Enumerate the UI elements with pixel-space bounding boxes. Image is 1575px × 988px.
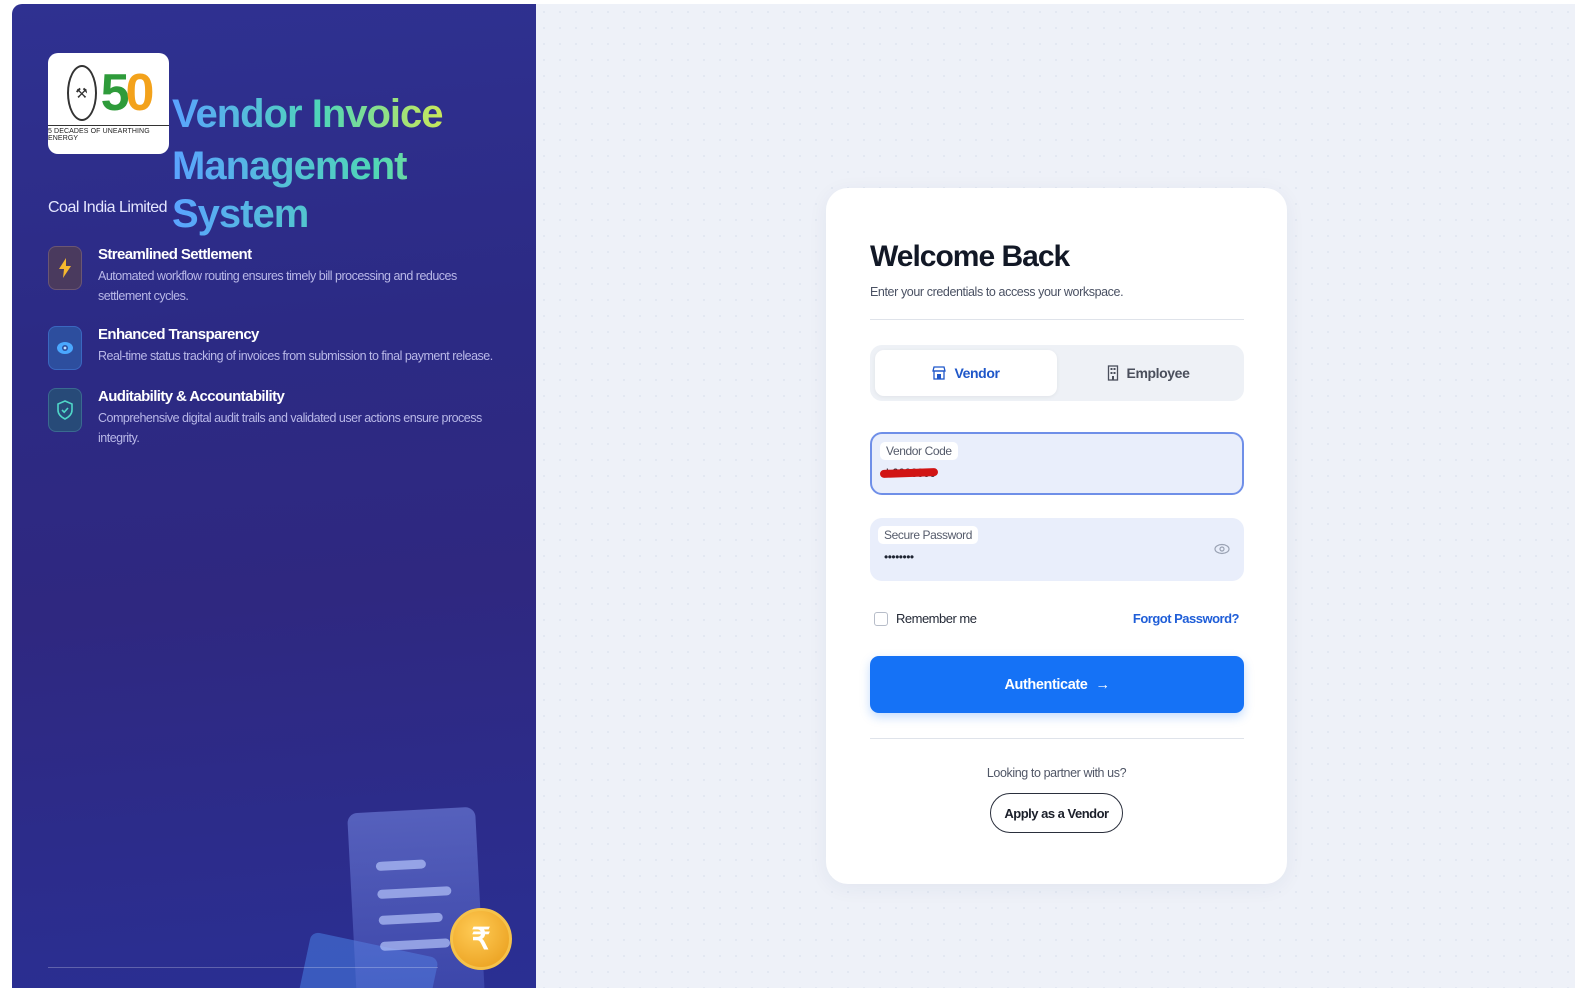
password-label: Secure Password <box>878 526 979 544</box>
tab-employee[interactable]: Employee <box>1057 350 1239 396</box>
forgot-password-link[interactable]: Forgot Password? <box>1133 611 1240 626</box>
tab-vendor[interactable]: Vendor <box>875 350 1057 396</box>
feature-auditability: Auditability & Accountability Comprehens… <box>48 388 508 448</box>
vendor-code-label: Vendor Code <box>880 442 958 460</box>
apply-vendor-button[interactable]: Apply as a Vendor <box>990 793 1123 833</box>
partner-prompt: Looking to partner with us? <box>986 766 1127 780</box>
building-icon <box>1107 365 1118 381</box>
feature-description: Real-time status tracking of invoices fr… <box>98 349 493 363</box>
role-toggle: Vendor Employee <box>870 345 1244 401</box>
cil-seal-icon: ⚒ <box>66 65 97 121</box>
feature-title: Streamlined Settlement <box>98 246 252 263</box>
cil-50-years-logo: ⚒ 50 5 DECADES OF UNEARTHING ENERGY <box>48 53 169 154</box>
rupee-coin-icon: ₹ <box>450 908 512 970</box>
tab-label: Employee <box>1126 365 1190 381</box>
logo-caption: 5 DECADES OF UNEARTHING ENERGY <box>48 125 169 142</box>
arrow-right-icon: → <box>1095 676 1110 693</box>
panel-divider <box>48 967 438 968</box>
authenticate-label: Authenticate <box>1004 676 1088 693</box>
fifty-years-mark: 50 <box>100 64 155 122</box>
app-title-line-2: Management System <box>172 142 536 238</box>
remember-label: Remember me <box>896 611 977 626</box>
remember-me[interactable]: Remember me <box>874 611 977 626</box>
login-card: Welcome Back Enter your credentials to a… <box>826 188 1287 884</box>
show-password-icon[interactable] <box>1214 542 1230 561</box>
feature-title: Enhanced Transparency <box>98 326 259 343</box>
password-input[interactable] <box>884 550 1184 564</box>
vendor-code-field[interactable]: Vendor Code <box>870 432 1244 495</box>
shield-check-icon <box>48 388 82 432</box>
divider <box>870 738 1244 739</box>
eye-icon <box>48 326 82 370</box>
tab-label: Vendor <box>954 365 1000 381</box>
feature-description: Automated workflow routing ensures timel… <box>98 269 457 303</box>
login-heading: Welcome Back <box>870 240 1070 273</box>
store-icon <box>932 366 947 380</box>
divider <box>870 319 1244 320</box>
lightning-icon <box>48 246 82 290</box>
password-field[interactable]: Secure Password <box>870 518 1244 581</box>
feature-enhanced-transparency: Enhanced Transparency Real-time status t… <box>48 326 508 370</box>
app-title-line-1: Vendor Invoice <box>172 92 444 136</box>
remember-checkbox[interactable] <box>874 611 888 626</box>
login-subtitle: Enter your credentials to access your wo… <box>870 285 1124 299</box>
feature-title: Auditability & Accountability <box>98 388 285 405</box>
brand-panel: ⚒ 50 5 DECADES OF UNEARTHING ENERGY Vend… <box>12 4 536 988</box>
feature-streamlined-settlement: Streamlined Settlement Automated workflo… <box>48 246 508 306</box>
organization-name: Coal India Limited <box>48 199 168 216</box>
authenticate-button[interactable]: Authenticate → <box>870 656 1244 713</box>
feature-description: Comprehensive digital audit trails and v… <box>98 411 482 445</box>
